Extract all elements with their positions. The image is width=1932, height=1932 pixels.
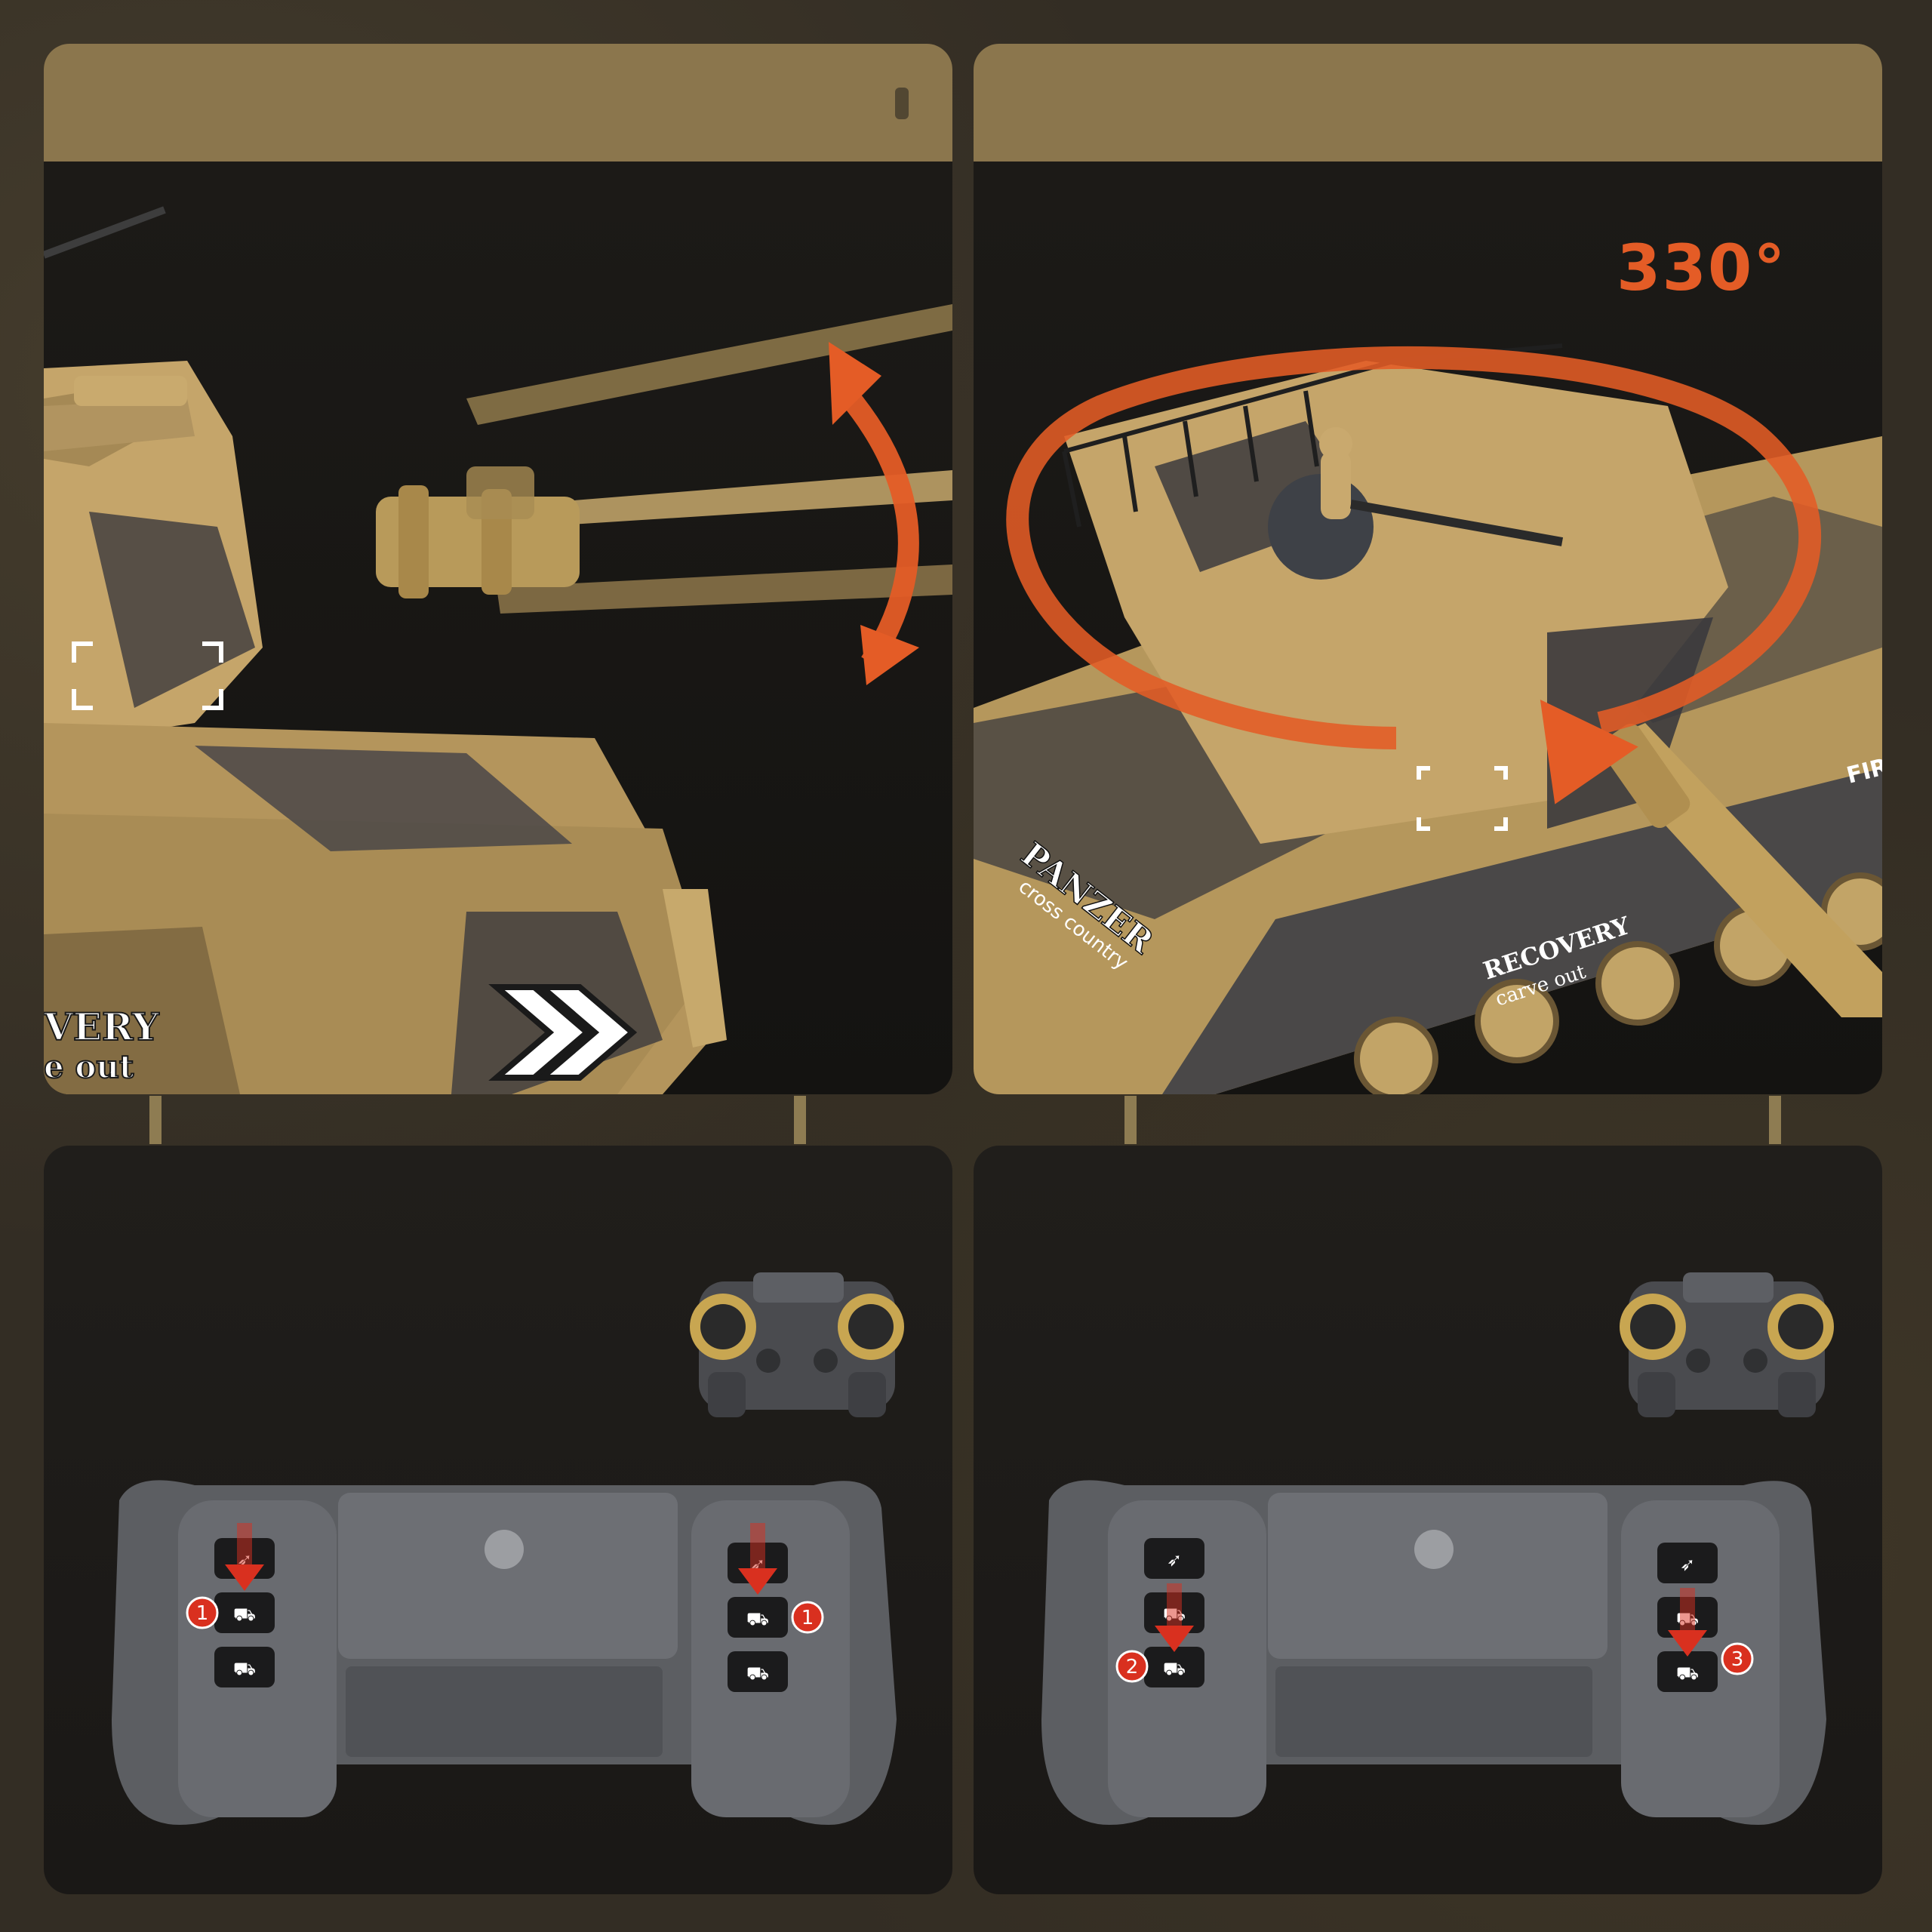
tank-recoil-icon: ⛟ [233,1658,256,1679]
panel-turret-rotation: 330° PANZER cross country RECOVERY carve… [974,44,1882,1094]
tank-side-text-2: e out [44,1048,134,1085]
tank-side-text-1: VERY [44,1004,160,1049]
svg-text:⛟: ⛟ [746,1608,769,1629]
panel-controller-steps-2: ➶ ⛟ ⛟ ➶ ⛟ ⛟ 2 3 [974,1146,1882,1894]
step-badge-left: 2 [1115,1650,1149,1683]
svg-text:3: 3 [1731,1648,1744,1671]
step-badge-right: 3 [1721,1642,1754,1675]
tank-icon: ⛟ [233,1604,256,1625]
svg-text:1: 1 [196,1602,209,1625]
connector-right-1 [1124,1096,1137,1144]
svg-text:➶: ➶ [1167,1549,1182,1571]
svg-text:⛟: ⛟ [1676,1663,1699,1684]
controller-thumbnail [1620,1272,1834,1417]
connector-left-2 [794,1096,806,1144]
panel-controller-steps-1: ➶ ⛟ ⛟ ➶ ⛟ ⛟ 1 1 [44,1146,952,1894]
connector-left-1 [149,1096,162,1144]
svg-text:⛟: ⛟ [746,1663,769,1684]
tank-top-illustration: PANZER cross country RECOVERY carve out … [974,343,1882,1094]
connector-right-2 [1769,1096,1781,1144]
step-badge-left: 1 [186,1596,219,1629]
controller-illustration: ➶ ⛟ ⛟ ➶ ⛟ ⛟ 2 3 [1041,1272,1834,1825]
controller-illustration: ➶ ⛟ ⛟ ➶ ⛟ ⛟ 1 1 [112,1272,904,1825]
svg-text:2: 2 [1126,1656,1139,1678]
step-badge-right: 1 [791,1601,824,1634]
svg-text:➶: ➶ [1680,1554,1695,1575]
curved-double-arrow-icon [829,342,919,685]
controller-thumbnail [690,1272,904,1417]
panel-barrel-elevation: VERY e out [44,44,952,1094]
svg-text:⛟: ⛟ [1163,1658,1186,1679]
svg-text:1: 1 [801,1607,814,1629]
tank-side-illustration: VERY e out [44,206,952,1094]
